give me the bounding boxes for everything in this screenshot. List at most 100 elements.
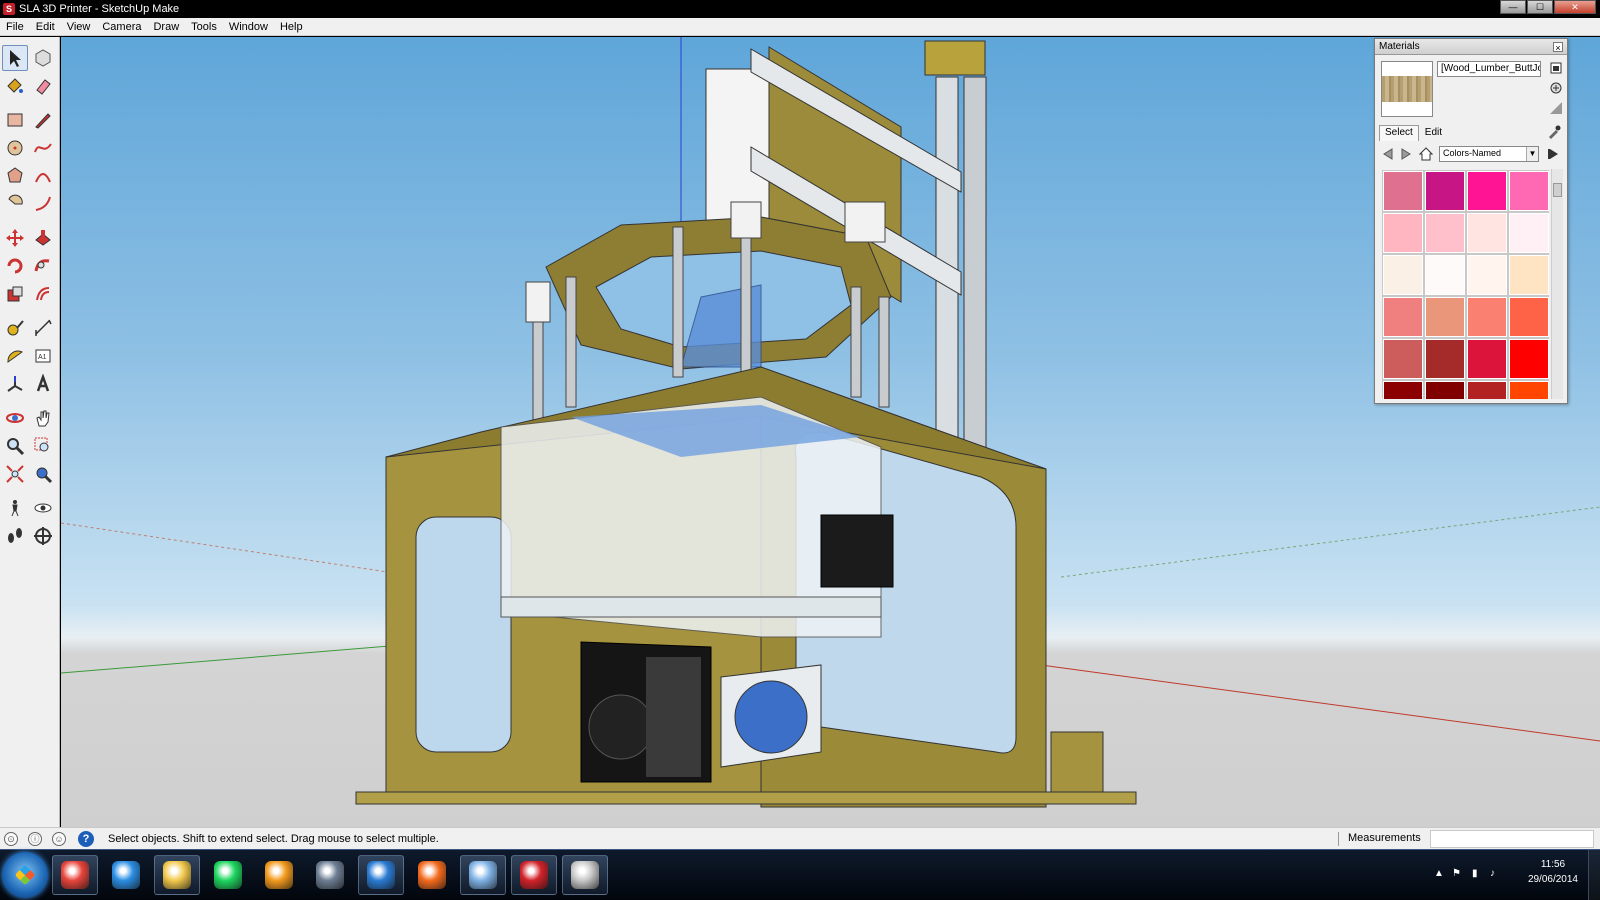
taskbar-button[interactable]	[409, 855, 455, 895]
network-icon[interactable]: ▮	[1472, 868, 1484, 880]
walk-tool[interactable]	[2, 523, 28, 549]
drawing-area[interactable]: Materials × [Wood_Lumber_ButtJoin Select…	[61, 37, 1600, 827]
maximize-button[interactable]: ☐	[1527, 0, 1553, 14]
close-icon[interactable]: ×	[1553, 42, 1563, 53]
taskbar-button[interactable]	[307, 855, 353, 895]
zoom-extents-tool[interactable]	[2, 461, 28, 487]
text-tool[interactable]: A1	[30, 343, 56, 369]
eraser-tool[interactable]	[30, 73, 56, 99]
clock[interactable]: 11:56 29/06/2014	[1528, 857, 1578, 887]
line-tool[interactable]	[30, 107, 56, 133]
menu-camera[interactable]: Camera	[96, 21, 147, 33]
material-name-field[interactable]: [Wood_Lumber_ButtJoin	[1437, 61, 1541, 77]
previous-view-tool[interactable]	[30, 461, 56, 487]
color-swatch[interactable]	[1467, 255, 1507, 295]
action-center-flag-icon[interactable]: ⚑	[1452, 868, 1464, 880]
select-tool[interactable]	[2, 45, 28, 71]
taskbar-button[interactable]	[562, 855, 608, 895]
menu-help[interactable]: Help	[274, 21, 309, 33]
minimize-button[interactable]: —	[1500, 0, 1526, 14]
protractor-tool[interactable]	[2, 343, 28, 369]
freehand-tool[interactable]	[30, 135, 56, 161]
tab-edit[interactable]: Edit	[1419, 125, 1448, 141]
model-view[interactable]	[61, 37, 1600, 827]
color-swatch[interactable]	[1383, 381, 1423, 399]
menu-window[interactable]: Window	[223, 21, 274, 33]
menu-edit[interactable]: Edit	[30, 21, 61, 33]
menu-file[interactable]: File	[0, 21, 30, 33]
dimension-tool[interactable]	[30, 315, 56, 341]
scrollbar-thumb[interactable]	[1553, 183, 1562, 197]
library-dropdown[interactable]: Colors-Named ▼	[1439, 146, 1539, 162]
geolocation-icon[interactable]: ⊙	[4, 831, 18, 846]
menu-draw[interactable]: Draw	[147, 21, 185, 33]
position-camera-tool[interactable]	[2, 495, 28, 521]
tape-measure-tool[interactable]	[2, 315, 28, 341]
zoom-tool[interactable]	[2, 433, 28, 459]
push-pull-tool[interactable]	[30, 225, 56, 251]
color-swatch[interactable]	[1425, 297, 1465, 337]
color-swatch[interactable]	[1383, 213, 1423, 253]
color-swatch[interactable]	[1509, 339, 1549, 379]
rotate-tool[interactable]	[2, 253, 28, 279]
orbit-tool[interactable]	[2, 405, 28, 431]
eyedropper-icon[interactable]	[1547, 125, 1561, 139]
rectangle-tool[interactable]	[2, 107, 28, 133]
measurements-input[interactable]	[1430, 830, 1594, 848]
taskbar-button[interactable]	[460, 855, 506, 895]
offset-tool[interactable]	[30, 281, 56, 307]
color-swatch[interactable]	[1509, 255, 1549, 295]
pan-tool[interactable]	[30, 405, 56, 431]
color-swatch[interactable]	[1383, 171, 1423, 211]
circle-tool[interactable]	[2, 135, 28, 161]
back-arrow-icon[interactable]	[1381, 147, 1395, 161]
axes-tool[interactable]	[2, 371, 28, 397]
menu-tools[interactable]: Tools	[185, 21, 223, 33]
color-swatch[interactable]	[1383, 297, 1423, 337]
color-swatch[interactable]	[1509, 171, 1549, 211]
forward-arrow-icon[interactable]	[1399, 147, 1413, 161]
color-swatch[interactable]	[1467, 339, 1507, 379]
display-secondary-icon[interactable]	[1549, 61, 1563, 75]
polygon-tool[interactable]	[2, 163, 28, 189]
taskbar-button[interactable]	[205, 855, 251, 895]
tab-select[interactable]: Select	[1379, 125, 1419, 141]
default-material-icon[interactable]	[1549, 101, 1563, 115]
help-icon[interactable]: ?	[78, 830, 94, 847]
section-plane-tool[interactable]	[30, 523, 56, 549]
color-swatch[interactable]	[1509, 381, 1549, 399]
color-swatch[interactable]	[1425, 339, 1465, 379]
tray-expand-icon[interactable]: ▲	[1434, 868, 1446, 880]
taskbar-button[interactable]	[154, 855, 200, 895]
arc-tool[interactable]	[30, 163, 56, 189]
paint-bucket-tool[interactable]	[2, 73, 28, 99]
color-swatch[interactable]	[1425, 171, 1465, 211]
create-material-icon[interactable]	[1549, 81, 1563, 95]
color-swatch[interactable]	[1467, 297, 1507, 337]
move-tool[interactable]	[2, 225, 28, 251]
volume-icon[interactable]: ♪	[1490, 868, 1502, 880]
color-swatch[interactable]	[1425, 381, 1465, 399]
color-swatch[interactable]	[1509, 213, 1549, 253]
color-swatch[interactable]	[1383, 339, 1423, 379]
start-button[interactable]	[2, 852, 48, 898]
taskbar-button[interactable]	[103, 855, 149, 895]
pie-tool[interactable]	[2, 191, 28, 217]
taskbar-button[interactable]	[358, 855, 404, 895]
home-icon[interactable]	[1419, 147, 1433, 161]
color-swatch[interactable]	[1509, 297, 1549, 337]
swatch-scrollbar[interactable]	[1551, 169, 1563, 399]
color-swatch[interactable]	[1467, 213, 1507, 253]
color-swatch[interactable]	[1425, 213, 1465, 253]
color-swatch[interactable]	[1467, 381, 1507, 399]
details-arrow-icon[interactable]	[1547, 147, 1561, 161]
look-around-tool[interactable]	[30, 495, 56, 521]
credits-icon[interactable]: ⓘ	[28, 831, 42, 846]
user-account-icon[interactable]: ☺	[52, 831, 66, 846]
menu-view[interactable]: View	[61, 21, 97, 33]
color-swatch[interactable]	[1467, 171, 1507, 211]
3d-text-tool[interactable]	[30, 371, 56, 397]
taskbar-button[interactable]	[256, 855, 302, 895]
close-button[interactable]: ✕	[1554, 0, 1596, 14]
make-component-tool[interactable]	[30, 45, 56, 71]
